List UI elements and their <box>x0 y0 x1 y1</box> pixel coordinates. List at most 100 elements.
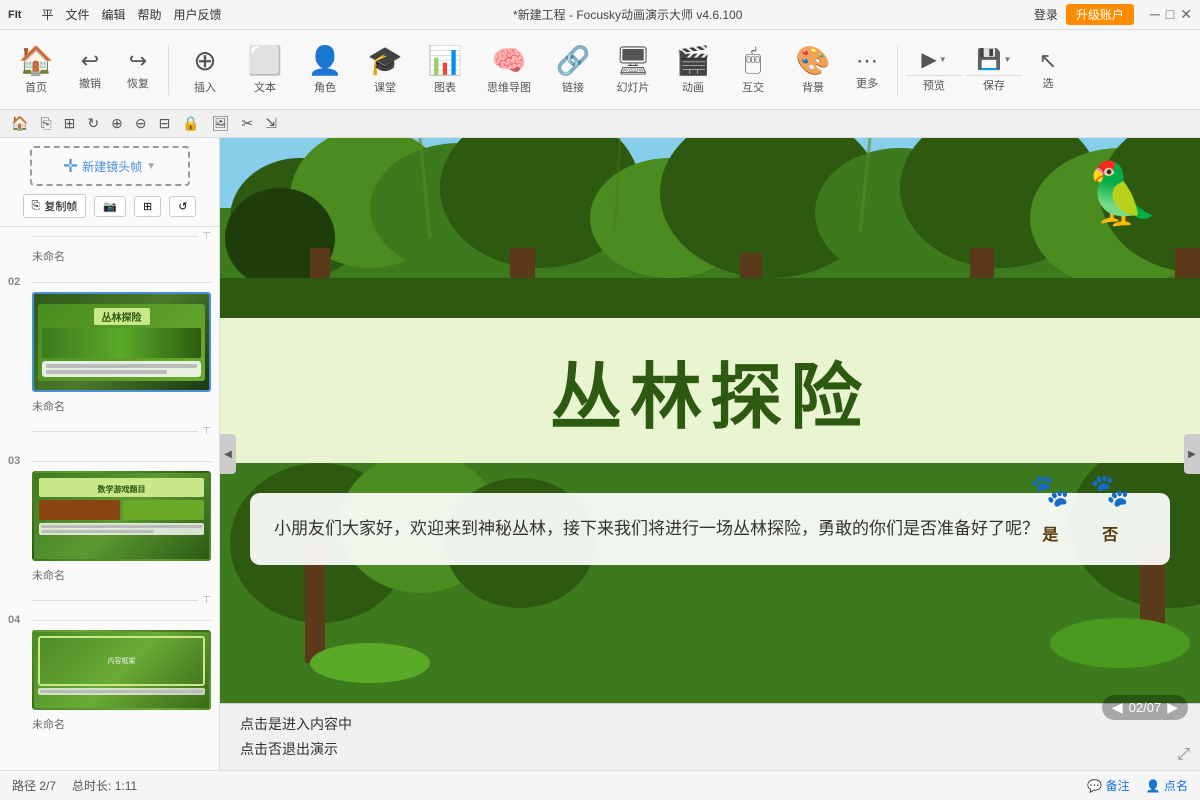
preview-icon: ▶ <box>921 47 936 72</box>
insert-icon: ⊕ <box>193 44 216 77</box>
status-bar: 路径 2/7 总时长: 1:11 💬 备注 👤 点名 <box>0 770 1200 800</box>
interact-icon: 🖱 <box>745 44 762 77</box>
toolbar-more[interactable]: ⋯ 更多 <box>845 46 889 93</box>
sub-export-icon[interactable]: ⇲ <box>262 113 280 134</box>
duration-info: 总时长: 1:11 <box>72 777 137 794</box>
reset-icon: ↺ <box>178 200 187 213</box>
select-label: 选 <box>1043 75 1054 91</box>
app-title: *新建工程 - Focusky动画演示大师 v4.6.100 <box>513 6 742 23</box>
sub-lock-icon[interactable]: 🔒 <box>179 113 202 134</box>
toolbar-link[interactable]: 🔗 链接 <box>545 40 601 99</box>
text-label: 文本 <box>254 79 276 95</box>
status-left: 路径 2/7 总时长: 1:11 <box>12 777 137 794</box>
slide-row-04: 04 <box>8 614 211 626</box>
role-icon: 👤 <box>308 44 343 77</box>
toolbar-slide[interactable]: 🖥 幻灯片 <box>605 40 661 99</box>
toolbar-preview[interactable]: ▶ ▼ 预览 <box>906 44 962 95</box>
toolbar-redo[interactable]: ↪ 恢复 <box>116 46 160 93</box>
toolbar-interact[interactable]: 🖱 互交 <box>725 40 781 99</box>
forest-scene-top: 🦜 <box>220 138 1200 318</box>
collapse-right-button[interactable]: ▶ <box>1184 434 1200 474</box>
fit-button[interactable]: ⊞ <box>134 196 161 217</box>
canvas-area: ◀ <box>220 138 1200 770</box>
toolbar-select[interactable]: ↖ 选 <box>1026 46 1070 93</box>
toolbar-chart[interactable]: 📊 图表 <box>417 40 473 99</box>
prev-button[interactable]: ◀ <box>1112 699 1123 716</box>
toolbar-classroom[interactable]: 🎓 课堂 <box>357 40 413 99</box>
menu-file[interactable]: 文件 <box>65 6 89 23</box>
toolbar-home[interactable]: 🏠 首页 <box>8 40 64 99</box>
new-frame-plus-icon: ✛ <box>63 156 78 177</box>
slide-thumb-3[interactable]: 数学游戏题目 <box>32 471 211 561</box>
copy-frame-button[interactable]: ⎘ 复制帧 <box>23 194 87 218</box>
link-label: 链接 <box>562 79 584 95</box>
sub-resize-icon[interactable]: ⊞ <box>61 113 79 134</box>
menu-help[interactable]: 帮助 <box>138 6 162 23</box>
screenshot-button[interactable]: 📷 <box>94 196 126 217</box>
slide-label-03: 未命名 <box>8 565 211 587</box>
toolbar-role[interactable]: 👤 角色 <box>297 40 353 99</box>
no-label: 否 <box>1102 522 1118 551</box>
camera-icon: 📷 <box>103 200 117 213</box>
select-icon: ↖ <box>1039 48 1057 74</box>
expand-icon[interactable]: ⤢ <box>1177 746 1190 764</box>
slide-divider-2 <box>32 282 211 283</box>
jungle-thumb-2: 丛林探险 <box>34 294 209 390</box>
menu-ping[interactable]: 平 <box>41 6 53 23</box>
comment-button[interactable]: 💬 备注 <box>1087 777 1129 794</box>
toolbar-animation[interactable]: 🎬 动画 <box>665 40 721 99</box>
sub-rotate-icon[interactable]: ↻ <box>84 113 102 134</box>
slide-row-1: ⊤ <box>8 231 211 242</box>
slide-label-04: 未命名 <box>8 714 211 736</box>
sub-zoom-out-icon[interactable]: ⊖ <box>132 113 150 134</box>
minimize-button[interactable]: ─ <box>1150 6 1160 23</box>
upgrade-button[interactable]: 升级账户 <box>1066 4 1134 25</box>
toolbar-undo[interactable]: ↩ 撤销 <box>68 46 112 93</box>
slide-section-04d: ⊤ <box>0 591 219 610</box>
toolbar-background[interactable]: 🎨 背景 <box>785 40 841 99</box>
canvas-content: 🦜 丛林探险 <box>220 138 1200 770</box>
sub-toolbar: 🏠 ⎘ ⊞ ↻ ⊕ ⊖ ⊟ 🔒 🖼 ✂ ⇲ <box>0 110 1200 138</box>
sub-copy-icon[interactable]: ⎘ <box>37 113 54 134</box>
mindmap-label: 思维导图 <box>487 79 531 95</box>
main-toolbar: 🏠 首页 ↩ 撤销 ↪ 恢复 ⊕ 插入 ⬜ 文本 👤 角色 🎓 课堂 📊 图表 … <box>0 30 1200 110</box>
slide-thumb-2[interactable]: 丛林探险 <box>32 292 211 392</box>
collapse-sidebar-button[interactable]: ◀ <box>220 434 236 474</box>
login-button[interactable]: 登录 <box>1034 6 1058 23</box>
sub-image-icon[interactable]: 🖼 <box>209 113 233 134</box>
toolbar-save[interactable]: 💾 ▼ 保存 <box>966 44 1022 95</box>
reset-button[interactable]: ↺ <box>169 196 196 217</box>
sub-cut-icon[interactable]: ✂ <box>239 113 257 134</box>
mindmap-icon: 🧠 <box>492 44 527 77</box>
dialog-text: 小朋友们大家好，欢迎来到神秘丛林，接下来我们将进行一场丛林探险，勇敢的你们是否准… <box>274 513 1146 545</box>
slide-thumb-4[interactable]: 内容框架 <box>32 630 211 710</box>
close-button[interactable]: ✕ <box>1180 6 1192 23</box>
new-frame-button[interactable]: ✛ 新建镜头帧 ▼ <box>30 146 190 186</box>
slide-row-3: ⊤ <box>8 426 211 437</box>
slide-panel: ✛ 新建镜头帧 ▼ ⎘ 复制帧 📷 ⊞ ↺ <box>0 138 220 770</box>
no-button[interactable]: 🐾 否 <box>1090 463 1130 550</box>
title-bar: FIt 平 文件 编辑 帮助 用户反馈 *新建工程 - Focusky动画演示大… <box>0 0 1200 30</box>
sub-zoom-in-icon[interactable]: ⊕ <box>108 113 126 134</box>
parrot-decoration: 🦜 <box>1085 158 1160 229</box>
nav-overlay: ◀ 02/07 ▶ <box>1102 695 1188 720</box>
maximize-button[interactable]: □ <box>1166 6 1174 23</box>
forest-svg <box>220 138 1200 318</box>
slide-section-3: ⊤ <box>0 422 219 451</box>
sub-home-icon[interactable]: 🏠 <box>8 113 31 134</box>
sub-align-icon[interactable]: ⊟ <box>156 113 174 134</box>
slide-divider-3 <box>32 431 198 432</box>
toolbar-insert[interactable]: ⊕ 插入 <box>177 40 233 99</box>
sidebar-top: ✛ 新建镜头帧 ▼ ⎘ 复制帧 📷 ⊞ ↺ <box>0 138 219 227</box>
toolbar-mindmap[interactable]: 🧠 思维导图 <box>477 40 541 99</box>
preview-label: 预览 <box>923 77 945 93</box>
toolbar-text[interactable]: ⬜ 文本 <box>237 40 293 99</box>
more-icon: ⋯ <box>856 48 878 74</box>
yes-button[interactable]: 🐾 是 <box>1030 463 1070 550</box>
menu-feedback[interactable]: 用户反馈 <box>174 6 222 23</box>
menu-edit[interactable]: 编辑 <box>101 6 125 23</box>
comment-label: 备注 <box>1106 779 1130 793</box>
pointname-button[interactable]: 👤 点名 <box>1146 777 1188 794</box>
slide-divider-03 <box>32 461 211 462</box>
next-button[interactable]: ▶ <box>1167 699 1178 716</box>
